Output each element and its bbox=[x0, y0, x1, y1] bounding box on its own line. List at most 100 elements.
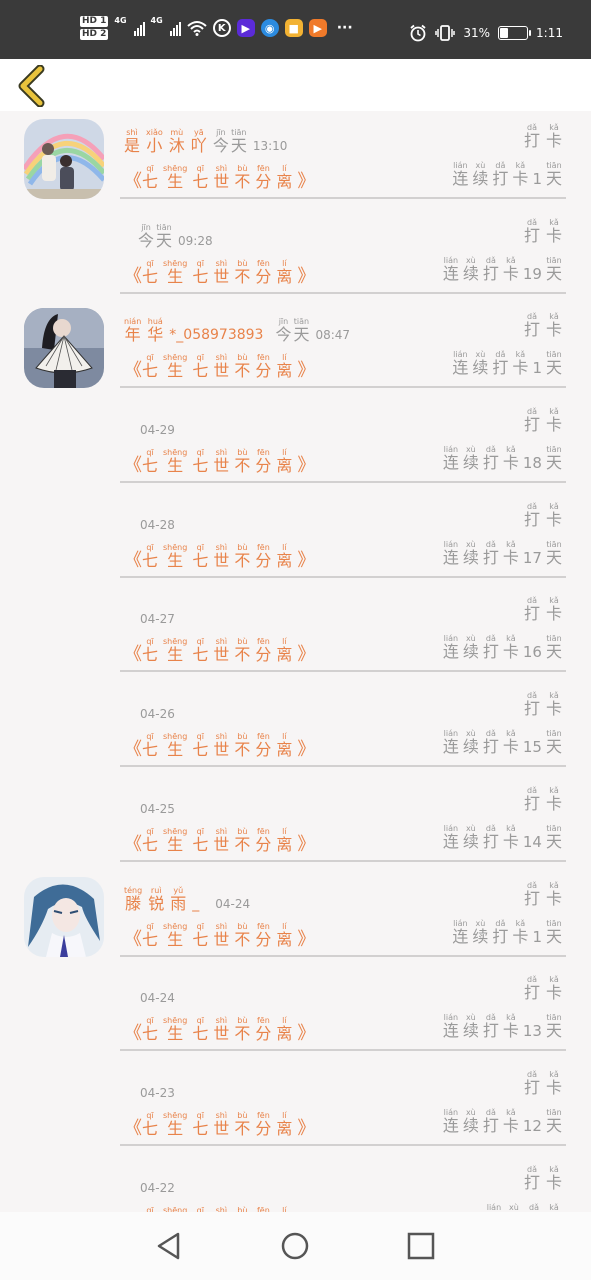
streak-days: 12 bbox=[522, 1116, 542, 1135]
alarm-icon bbox=[410, 24, 426, 42]
hanzi: 今 bbox=[212, 136, 229, 155]
ruby-char: lí离 bbox=[276, 1111, 292, 1138]
vibrate-icon bbox=[435, 25, 456, 41]
ruby-char: fēn分 bbox=[255, 922, 271, 949]
checkin-row[interactable]: téng 滕 ruì 锐 yǔ 雨 _ 04-24 《 qī 七 shēng 生 qī 七 shì 世 bù 不 fē… bbox=[0, 869, 591, 964]
globe-app-icon: ◉ bbox=[260, 19, 279, 37]
ruby-char: shì世 bbox=[213, 732, 229, 759]
ruby-char: lí离 bbox=[276, 543, 292, 570]
hanzi: 卡 bbox=[545, 131, 562, 150]
checkin-row[interactable]: 04-24 《 qī 七 shēng 生 qī 七 shì 世 bù 不 fēn 分 lí 离》 dǎ 打 kǎ 卡 l… bbox=[0, 963, 591, 1058]
top-header bbox=[0, 59, 591, 111]
ruby-char: dǎ打 bbox=[524, 502, 540, 529]
ruby-char: lián连 bbox=[443, 540, 459, 567]
checkin-button[interactable]: dǎ 打 kǎ 卡 bbox=[524, 312, 562, 339]
streak-count: lián 连 xù 续 dǎ 打 kǎ 卡 19 tiān 天 bbox=[443, 256, 562, 283]
checkin-row[interactable]: 04-28 《 qī 七 shēng 生 qī 七 shì 世 bù 不 fēn 分 lí 离》 dǎ 打 kǎ 卡 l… bbox=[0, 490, 591, 585]
checkin-button[interactable]: dǎ 打 kǎ 卡 bbox=[524, 881, 562, 908]
hanzi: 卡 bbox=[545, 415, 562, 435]
ruby-char: tiān 天 bbox=[546, 350, 562, 377]
checkin-list[interactable]: shì 是 xiǎo 小 mù 沐 yā 吖 jīn 今 tiān 天 13:10 《 qī 七 shēng 生 q… bbox=[0, 111, 591, 1212]
back-chevron-icon[interactable] bbox=[14, 65, 50, 107]
hanzi: 生 bbox=[167, 266, 184, 286]
checkin-row[interactable]: 04-25 《 qī 七 shēng 生 qī 七 shì 世 bù 不 fēn 分 lí 离》 dǎ 打 kǎ 卡 l… bbox=[0, 774, 591, 869]
hanzi: 沐 bbox=[168, 136, 185, 155]
hanzi: 续 bbox=[472, 358, 489, 378]
checkin-time: 13:10 bbox=[252, 139, 288, 153]
streak-count: lián连 xù续 dǎ打 kǎ卡 bbox=[486, 1203, 562, 1212]
ruby-char: qī七 bbox=[142, 732, 158, 759]
checkin-button[interactable]: dǎ 打 kǎ 卡 bbox=[524, 975, 562, 1002]
checkin-row[interactable]: 04-26 《 qī 七 shēng 生 qī 七 shì 世 bù 不 fēn 分 lí 离》 dǎ 打 kǎ 卡 l… bbox=[0, 679, 591, 774]
hanzi: 天 bbox=[545, 831, 562, 851]
ruby-char: shì世 bbox=[213, 1111, 229, 1138]
checkin-row[interactable]: 04-27 《 qī 七 shēng 生 qī 七 shì 世 bù 不 fēn 分 lí 离》 dǎ 打 kǎ 卡 l… bbox=[0, 584, 591, 679]
ruby-char: dǎ打 bbox=[524, 881, 540, 908]
ruby-char: qī七 bbox=[142, 827, 158, 854]
checkin-button[interactable]: dǎ 打 kǎ 卡 bbox=[524, 218, 562, 245]
ruby-char: yā 吖 bbox=[191, 128, 207, 155]
ruby-char: shì 是 bbox=[124, 128, 140, 155]
hanzi: 世 bbox=[213, 361, 230, 381]
ruby-char: kǎ卡 bbox=[546, 218, 562, 245]
checkin-button[interactable]: dǎ 打 kǎ 卡 bbox=[524, 786, 562, 813]
ruby-char: shì世 bbox=[213, 827, 229, 854]
ruby-char: lián连 bbox=[452, 919, 468, 946]
hanzi: 卡 bbox=[545, 699, 562, 719]
more-icon: ··· bbox=[336, 20, 353, 36]
hanzi: 分 bbox=[255, 645, 272, 665]
ruby-char: nián 年 bbox=[124, 317, 141, 344]
ruby-char: tiān 天 bbox=[546, 1108, 562, 1135]
checkin-button[interactable]: dǎ 打 kǎ 卡 bbox=[524, 1070, 562, 1097]
checkin-button[interactable]: dǎ 打 kǎ 卡 bbox=[524, 1165, 562, 1192]
avatar[interactable] bbox=[24, 119, 104, 199]
checkin-row[interactable]: nián 年 huá 华 *_058973893 jīn 今 tiān 天 08:47 《 qī 七 sh… bbox=[0, 300, 591, 395]
hanzi: 今 bbox=[138, 230, 155, 250]
checkin-button[interactable]: dǎ 打 kǎ 卡 bbox=[524, 691, 562, 718]
ruby-char: ruì 锐 bbox=[148, 886, 164, 913]
ruby-char: shì世 bbox=[213, 164, 229, 191]
hanzi: 七 bbox=[142, 740, 159, 760]
ruby-char: tiān 天 bbox=[546, 729, 562, 756]
home-circle-icon[interactable] bbox=[280, 1231, 310, 1261]
checkin-button[interactable]: dǎ 打 kǎ 卡 bbox=[524, 502, 562, 529]
ruby-char: kǎ卡 bbox=[512, 350, 528, 377]
ruby-char: xù续 bbox=[463, 540, 479, 567]
checkin-time: 08:47 bbox=[315, 328, 351, 343]
ruby-char: lí离 bbox=[276, 1016, 292, 1043]
ruby-char: fēn分 bbox=[255, 1111, 271, 1138]
hanzi: 分 bbox=[255, 172, 272, 191]
recents-square-icon[interactable] bbox=[406, 1231, 436, 1261]
hanzi: 打 bbox=[492, 926, 509, 946]
ruby-char: lián连 bbox=[443, 824, 459, 851]
checkin-row[interactable]: jīn 今 tiān 天 09:28 《 qī 七 shēng 生 qī 七 shì 世 bù 不 fēn 分 lí… bbox=[0, 206, 591, 301]
checkin-button[interactable]: dǎ 打 kǎ 卡 bbox=[524, 596, 562, 623]
hanzi: 天 bbox=[545, 642, 562, 662]
checkin-row[interactable]: 04-29 《 qī 七 shēng 生 qī 七 shì 世 bù 不 fēn 分 lí 离》 dǎ 打 kǎ 卡 l… bbox=[0, 395, 591, 490]
checkin-button[interactable]: dǎ 打 kǎ 卡 bbox=[524, 123, 562, 150]
checkin-button[interactable]: dǎ 打 kǎ 卡 bbox=[524, 407, 562, 434]
hanzi: 生 bbox=[167, 929, 184, 949]
ruby-char: fēn分 bbox=[255, 637, 271, 664]
title-words: qī七 shēng生 qī七 shì世 bù不 fēn分 lí离 bbox=[142, 259, 297, 286]
ruby-char: kǎ卡 bbox=[546, 881, 562, 908]
hanzi: 天 bbox=[545, 169, 562, 188]
avatar[interactable] bbox=[24, 308, 104, 389]
checkin-row[interactable]: 04-23 《 qī 七 shēng 生 qī 七 shì 世 bù 不 fēn 分 lí 离》 dǎ 打 kǎ 卡 l… bbox=[0, 1058, 591, 1153]
back-triangle-icon[interactable] bbox=[154, 1231, 184, 1261]
ruby-char: lián连 bbox=[443, 1013, 459, 1040]
hanzi: 分 bbox=[255, 1024, 272, 1044]
ruby-char: qī七 bbox=[192, 827, 208, 854]
checkin-row[interactable]: shì 是 xiǎo 小 mù 沐 yā 吖 jīn 今 tiān 天 13:10 《 qī 七 shēng 生 q… bbox=[0, 111, 591, 206]
bracket-open: 《 bbox=[124, 644, 142, 666]
hanzi: 连 bbox=[452, 926, 469, 946]
checkin-time: 04-27 bbox=[140, 612, 175, 627]
ruby-char: jīn 今 bbox=[138, 223, 154, 250]
ruby-char: mù 沐 bbox=[169, 128, 185, 155]
ruby-char: xù续 bbox=[472, 161, 488, 188]
avatar[interactable] bbox=[24, 876, 104, 957]
ruby-char: qī七 bbox=[192, 353, 208, 380]
checkin-row[interactable]: 04-22《qī七shēng生qī七shì世bù不fēn分lí离》dǎ打kǎ卡l… bbox=[0, 1153, 591, 1212]
bracket-close: 》 bbox=[297, 549, 316, 571]
checkin-time: 04-26 bbox=[140, 707, 175, 722]
